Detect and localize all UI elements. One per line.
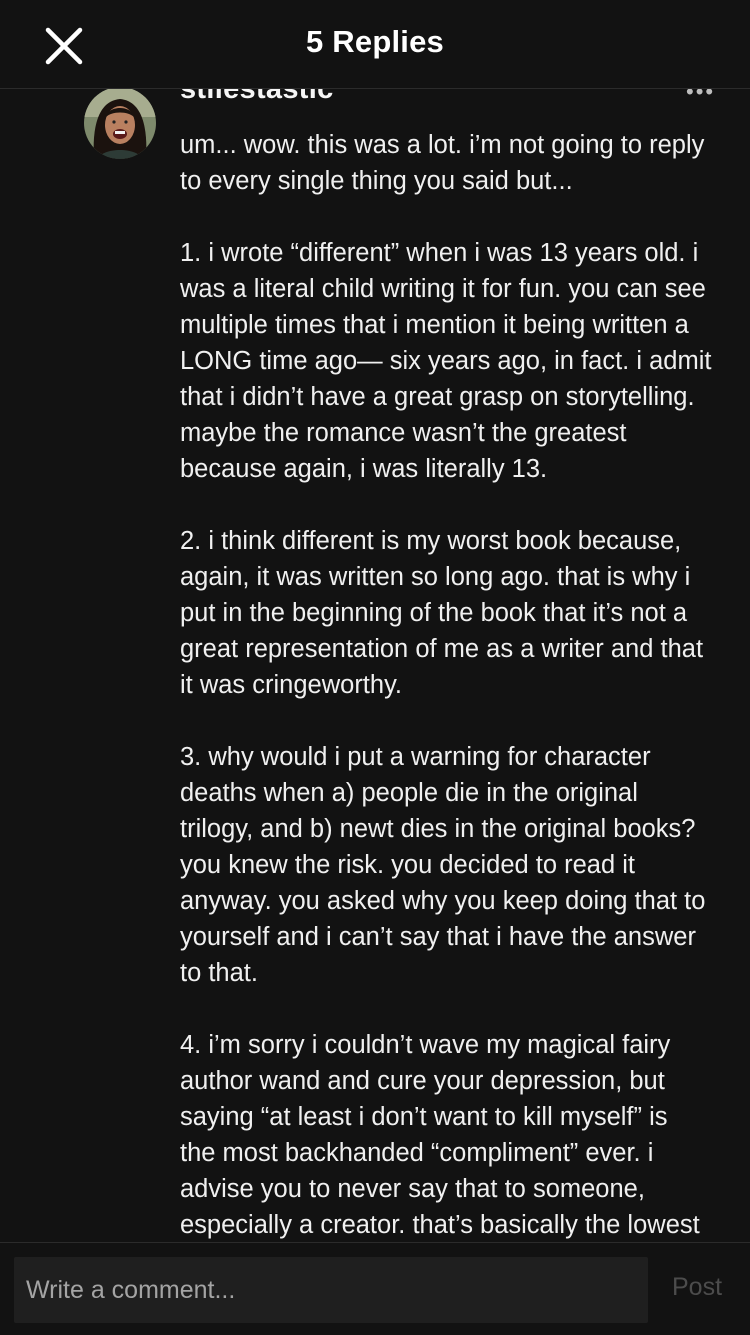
comment-body: um... wow. this was a lot. i’m not going… [180, 131, 712, 1239]
post-button[interactable]: Post [672, 1273, 722, 1302]
comment-username[interactable]: stilestastic [180, 89, 334, 106]
comment-composer: Post [0, 1242, 750, 1335]
comment-input[interactable] [14, 1257, 648, 1323]
page-title: 5 Replies [306, 24, 444, 59]
more-dots-icon[interactable]: ••• [686, 89, 715, 105]
header: 5 Replies [0, 0, 750, 89]
comment-thread[interactable]: stilestastic ••• um... wow. this was a l… [0, 89, 750, 1241]
avatar[interactable] [84, 89, 156, 159]
